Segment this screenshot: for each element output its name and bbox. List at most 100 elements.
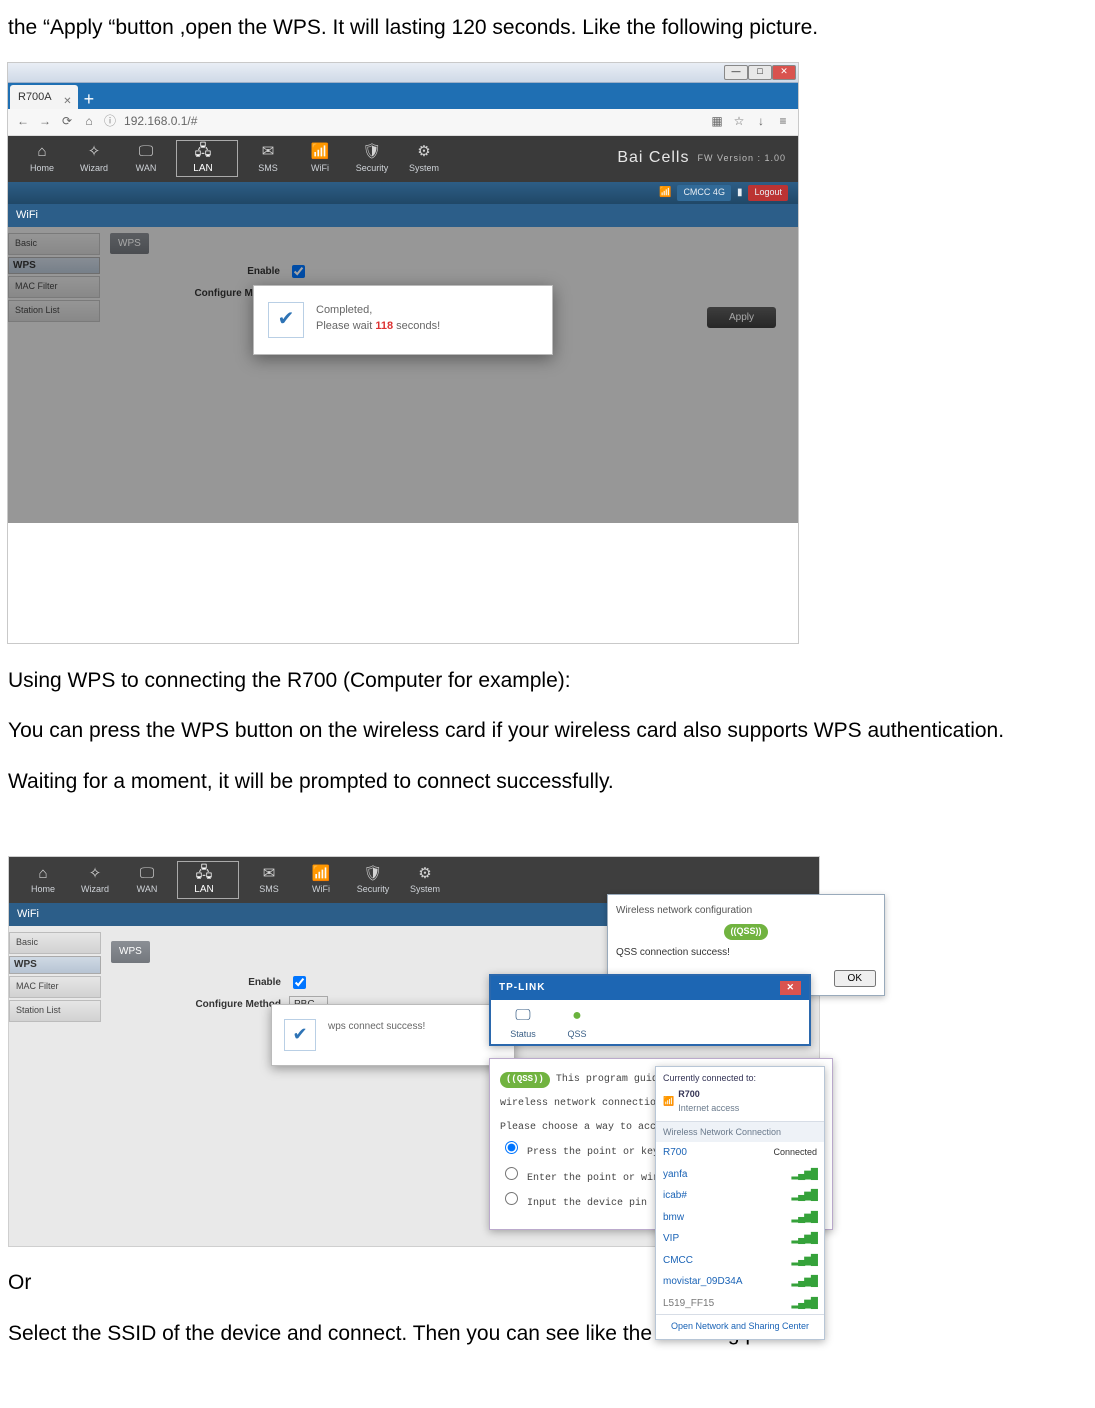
panel-title-2: WPS xyxy=(111,941,150,963)
nav-fwd-icon[interactable]: → xyxy=(38,112,52,131)
check-icon: ✔ xyxy=(284,1019,316,1051)
para-4: Waiting for a moment, it will be prompte… xyxy=(8,766,1077,799)
dialog-line1: Completed, xyxy=(316,302,440,319)
para-or: Or xyxy=(8,1267,1077,1300)
screenshot-2: ⌂Home ✧Wizard 🖵WAN 🖧LAN ✉SMS 📶WiFi 🛡Secu… xyxy=(8,856,820,1247)
para-6: Select the SSID of the device and connec… xyxy=(8,1318,1077,1351)
qss-icon: ● xyxy=(551,1006,603,1028)
wifi-network[interactable]: yanfa▂▄▆█ xyxy=(656,1164,824,1186)
nav-system[interactable]: ⚙System xyxy=(403,863,447,897)
dialog-msg: wps connect success! xyxy=(328,1019,425,1051)
qss-logo-icon: ((QSS)) xyxy=(500,1072,550,1088)
battery-icon: ▮ xyxy=(737,185,743,201)
window-max-button[interactable]: □ xyxy=(748,65,772,80)
wifi-network[interactable]: L519_FF15▂▄▆█ xyxy=(656,1293,824,1315)
nav-sms[interactable]: ✉SMS xyxy=(247,863,291,897)
nav-security[interactable]: 🛡Security xyxy=(350,142,394,176)
wifi-icon: 📶 xyxy=(298,142,342,162)
signal-icon: ▂▄▆█ xyxy=(791,1253,817,1269)
wan-icon: 🖵 xyxy=(124,142,168,162)
nav-lan[interactable]: 🖧LAN xyxy=(177,861,239,899)
nav-wizard[interactable]: ✧Wizard xyxy=(72,142,116,176)
nav-home[interactable]: ⌂Home xyxy=(20,142,64,176)
brand-name: Bai Cells xyxy=(617,146,689,171)
brand-area: Bai Cells FW Version : 1.00 xyxy=(617,146,786,171)
wifi-network[interactable]: icab#▂▄▆█ xyxy=(656,1185,824,1207)
tplink-close-icon[interactable]: ✕ xyxy=(780,981,801,995)
screenshot-1: — □ ✕ R700A ✕ + ← → ⟳ ⌂ ⓘ 192.168.0.1/# … xyxy=(8,63,798,643)
section-head: WiFi xyxy=(8,204,798,227)
signal-icon: ▂▄▆█ xyxy=(791,1231,817,1247)
tplink-window: TP-LINK✕ 🖵Status ●QSS xyxy=(489,974,811,1045)
nav-wizard[interactable]: ✧Wizard xyxy=(73,863,117,897)
wifi-network[interactable]: VIP▂▄▆█ xyxy=(656,1228,824,1250)
nav-wan[interactable]: 🖵WAN xyxy=(124,142,168,176)
home-icon: ⌂ xyxy=(20,142,64,162)
url-text[interactable]: 192.168.0.1/# xyxy=(124,112,702,131)
modal-overlay: ✔ Completed, Please wait 118 seconds! xyxy=(8,227,798,523)
dialog-line2: Please wait 118 seconds! xyxy=(316,318,440,335)
sms-icon: ✉ xyxy=(246,142,290,162)
nav-home[interactable]: ⌂Home xyxy=(21,863,65,897)
qss-message: QSS connection success! xyxy=(616,945,876,961)
browser-tabbar: R700A ✕ + xyxy=(8,83,798,109)
para-3: You can press the WPS button on the wire… xyxy=(8,715,1077,748)
signal-icon: ▂▄▆█ xyxy=(791,1296,817,1312)
nav-security[interactable]: 🛡Security xyxy=(351,863,395,897)
carrier-chip: CMCC 4G xyxy=(677,185,731,201)
url-info-icon: ⓘ xyxy=(104,112,116,131)
para-2: Using WPS to connecting the R700 (Comput… xyxy=(8,665,1077,698)
wifi-network[interactable]: R700Connected xyxy=(656,1142,824,1164)
toolbar-icon[interactable]: ▦ xyxy=(710,112,724,131)
qss-title: Wireless network configuration xyxy=(616,903,876,919)
window-close-button[interactable]: ✕ xyxy=(772,65,796,80)
sidebar-item-wps[interactable]: WPS xyxy=(9,956,101,974)
sidebar-item-basic[interactable]: Basic xyxy=(9,932,101,954)
nav-lan[interactable]: 🖧LAN xyxy=(176,140,238,178)
sidebar-item-macfilter[interactable]: MAC Filter xyxy=(9,976,101,998)
check-icon: ✔ xyxy=(268,302,304,338)
tab-close-icon[interactable]: ✕ xyxy=(63,90,71,114)
nav-system[interactable]: ⚙System xyxy=(402,142,446,176)
gear-icon: ⚙ xyxy=(402,142,446,162)
browser-toolbar: ← → ⟳ ⌂ ⓘ 192.168.0.1/# ▦ ☆ ↓ ≡ xyxy=(8,109,798,136)
toolbar-icon[interactable]: ↓ xyxy=(754,112,768,131)
toolbar-menu-icon[interactable]: ≡ xyxy=(776,112,790,131)
nav-wifi[interactable]: 📶WiFi xyxy=(298,142,342,176)
signal-icon: ▂▄▆█ xyxy=(791,1167,817,1183)
nav-back-icon[interactable]: ← xyxy=(16,112,30,131)
nav-wifi[interactable]: 📶WiFi xyxy=(299,863,343,897)
enable-checkbox-2[interactable] xyxy=(293,976,306,989)
tplink-tab-status[interactable]: 🖵Status xyxy=(497,1006,549,1042)
signal-icon: ▂▄▆█ xyxy=(791,1210,817,1226)
windows-wifi-flyout: Currently connected to: 📶 R700Internet a… xyxy=(655,1066,825,1340)
open-ncpa-link[interactable]: Open Network and Sharing Center xyxy=(656,1314,824,1339)
qss-ok-button[interactable]: OK xyxy=(834,970,876,987)
browser-tab[interactable]: R700A ✕ xyxy=(10,85,78,109)
status-strip: 📶 CMCC 4G ▮ Logout xyxy=(8,182,798,204)
wifi-network[interactable]: bmw▂▄▆█ xyxy=(656,1207,824,1229)
sidebar-2: Basic WPS MAC Filter Station List xyxy=(9,926,101,1246)
wifi-network[interactable]: CMCC▂▄▆█ xyxy=(656,1250,824,1272)
wps-progress-dialog: ✔ Completed, Please wait 118 seconds! xyxy=(253,285,553,355)
monitor-icon: 🖵 xyxy=(497,1006,549,1028)
wifi-network[interactable]: movistar_09D34A▂▄▆█ xyxy=(656,1271,824,1293)
shield-icon: 🛡 xyxy=(350,142,394,162)
window-min-button[interactable]: — xyxy=(724,65,748,80)
sidebar-item-stationlist[interactable]: Station List xyxy=(9,1000,101,1022)
nav-home-icon[interactable]: ⌂ xyxy=(82,112,96,131)
fw-version: FW Version : 1.00 xyxy=(697,152,786,166)
tplink-tab-qss[interactable]: ●QSS xyxy=(551,1006,603,1042)
logout-button[interactable]: Logout xyxy=(748,185,788,201)
window-titlebar: — □ ✕ xyxy=(8,63,798,83)
toolbar-icon[interactable]: ☆ xyxy=(732,112,746,131)
nav-reload-icon[interactable]: ⟳ xyxy=(60,112,74,131)
signal-icon: ▂▄▆█ xyxy=(791,1188,817,1204)
nav-sms[interactable]: ✉SMS xyxy=(246,142,290,176)
tab-new-button[interactable]: + xyxy=(84,89,95,109)
wifi-section: Wireless Network Connection xyxy=(656,1122,824,1142)
wps-success-dialog: ✔ wps connect success! xyxy=(271,1004,515,1066)
nav-wan[interactable]: 🖵WAN xyxy=(125,863,169,897)
router-navbar: ⌂Home ✧Wizard 🖵WAN 🖧LAN ✉SMS 📶WiFi 🛡Secu… xyxy=(8,136,798,182)
signal-icon: 📶 xyxy=(659,185,671,201)
